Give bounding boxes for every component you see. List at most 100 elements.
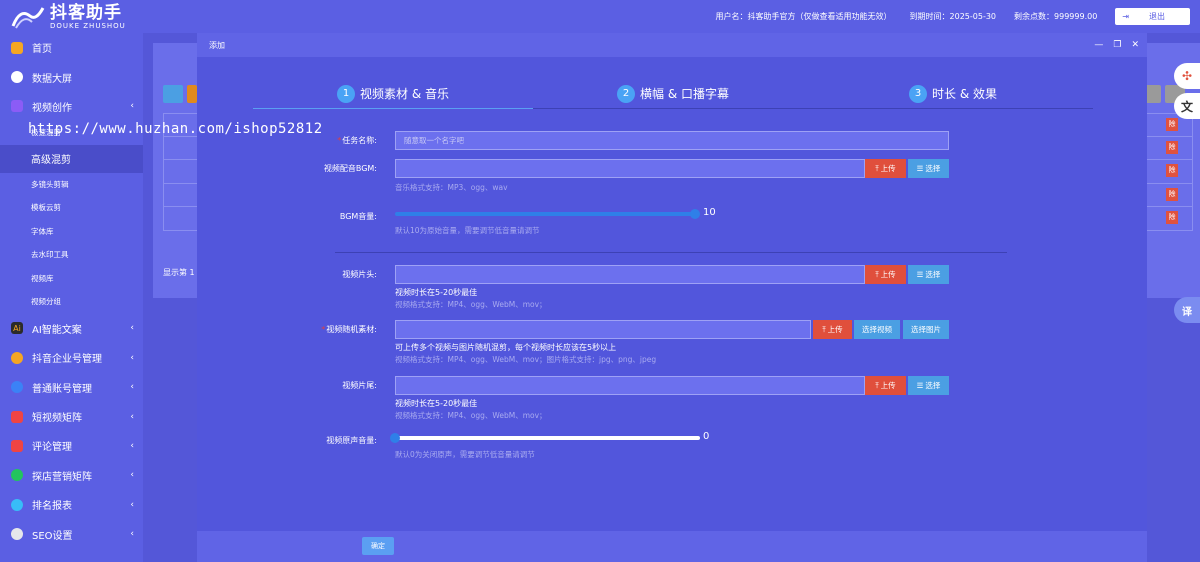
original-volume-thumb[interactable] <box>390 433 400 443</box>
logo-subtext: DOUKE ZHUSHOU <box>50 21 126 30</box>
modal-header: 添加 — ❐ ✕ <box>197 33 1147 57</box>
float-translate-icon[interactable]: 文 <box>1174 93 1200 119</box>
original-volume-hint: 默认0为关闭原声，需要调节低音量请调节 <box>395 450 535 459</box>
list-icon: ☰ <box>916 381 924 390</box>
random-format-hint: 视频格式支持：MP4、ogg、WebM、mov；图片格式支持：jpg、png、j… <box>395 355 657 364</box>
maximize-icon[interactable]: ❐ <box>1113 40 1121 50</box>
delete-button[interactable]: 除 <box>1166 187 1178 201</box>
task-name-input[interactable]: 随意取一个名字吧 <box>395 131 949 150</box>
store-icon <box>11 469 23 482</box>
random-material-input[interactable] <box>395 320 811 339</box>
outro-duration-tip: 视频时长在5-20秒最佳 <box>395 399 478 408</box>
chevron-left-icon: ‹ <box>130 440 134 451</box>
close-icon[interactable]: ✕ <box>1131 40 1139 50</box>
logout-button[interactable]: ⇥ 退出 <box>1115 8 1190 25</box>
matrix-icon <box>11 410 23 423</box>
top-header: 抖客助手 DOUKE ZHUSHOU 用户名：抖客助手官方（仅做查看适用功能无效… <box>0 0 1200 33</box>
logo-mark-icon <box>10 4 46 30</box>
bgm-volume-thumb[interactable] <box>690 209 700 219</box>
watermark-text: https://www.huzhan.com/ishop52812 <box>28 121 323 137</box>
intro-duration-tip: 视频时长在5-20秒最佳 <box>395 288 478 297</box>
sidebar-item-dashboard[interactable]: 数据大屏 <box>0 62 143 91</box>
expire-date: 到期时间：2025-05-30 <box>909 12 997 21</box>
logout-icon: ⇥ <box>1122 12 1129 21</box>
sidebar-subitem-template[interactable]: 模板云剪 <box>0 196 143 220</box>
delete-button[interactable]: 除 <box>1166 164 1178 177</box>
upload-icon: ⤒ <box>875 163 879 173</box>
bgm-volume-label: BGM音量: <box>339 212 377 221</box>
sidebar-item-accounts[interactable]: 普通账号管理 ‹ <box>0 372 143 401</box>
rank-icon <box>11 498 23 511</box>
step-tab-1[interactable]: 1 视频素材 & 音乐 <box>253 79 533 109</box>
intro-input[interactable] <box>395 265 865 284</box>
username-label: 用户名：抖客助手官方（仅做查看适用功能无效） <box>715 12 892 21</box>
select-image-button[interactable]: 选择图片 <box>903 320 949 339</box>
upload-icon: ⤒ <box>822 324 826 334</box>
intro-label: 视频片头: <box>342 270 377 279</box>
sidebar-subitem-multi-cam[interactable]: 多镜头剪辑 <box>0 173 143 197</box>
chevron-left-icon: ‹ <box>130 529 134 540</box>
delete-button[interactable]: 除 <box>1166 211 1178 224</box>
step-tab-2[interactable]: 2 横幅 & 口播字幕 <box>533 79 813 109</box>
chevron-left-icon: ‹ <box>130 499 134 510</box>
intro-format-hint: 视频格式支持：MP4、ogg、WebM、mov； <box>395 300 547 309</box>
toolbar-button[interactable] <box>187 85 197 103</box>
bgm-label: 视频配音BGM: <box>323 164 377 173</box>
sidebar: 首页 数据大屏 视频创作 ‹ 极速混剪 高级混剪 多镜头剪辑 模板云剪 字体库 去… <box>0 33 143 562</box>
account-icon <box>11 381 23 394</box>
outro-select-button[interactable]: ☰ 选择 <box>908 376 949 395</box>
intro-upload-button[interactable]: ⤒ 上传 <box>865 265 906 284</box>
logo-text: 抖客助手 <box>50 2 122 23</box>
confirm-button[interactable]: 确定 <box>362 537 394 555</box>
sidebar-item-rank[interactable]: 排名报表 ‹ <box>0 490 143 519</box>
sidebar-item-comments[interactable]: 评论管理 ‹ <box>0 431 143 460</box>
delete-button[interactable]: 除 <box>1166 140 1178 154</box>
chevron-left-icon: ‹ <box>130 382 134 393</box>
bgm-volume-hint: 默认10为原始音量，需要调节低音量请调节 <box>395 226 540 235</box>
sidebar-subitem-advanced-mix[interactable]: 高级混剪 <box>0 144 143 173</box>
sidebar-subitem-fonts[interactable]: 字体库 <box>0 220 143 244</box>
intro-select-button[interactable]: ☰ 选择 <box>908 265 949 284</box>
sidebar-subitem-video-library[interactable]: 视频库 <box>0 267 143 291</box>
outro-label: 视频片尾: <box>342 381 377 390</box>
float-app-icon[interactable]: ✣ <box>1174 63 1200 89</box>
refresh-button[interactable] <box>163 85 183 103</box>
sidebar-subitem-dewatermark[interactable]: 去水印工具 <box>0 243 143 267</box>
float-translate-button[interactable]: 译 <box>1174 297 1200 323</box>
logo[interactable]: 抖客助手 DOUKE ZHUSHOU <box>0 4 145 30</box>
sidebar-item-enterprise[interactable]: 抖音企业号管理 ‹ <box>0 343 143 372</box>
sidebar-item-ai-copy[interactable]: Ai AI智能文案 ‹ <box>0 314 143 343</box>
outro-format-hint: 视频格式支持：MP4、ogg、WebM、mov； <box>395 411 547 420</box>
enterprise-icon <box>11 351 23 364</box>
add-modal: 添加 — ❐ ✕ 1 视频素材 & 音乐 2 横幅 & 口播字幕 3 时长 & 效果 … <box>197 33 1147 562</box>
bgm-input[interactable] <box>395 159 865 178</box>
pagination-info: 显示第 1 <box>163 268 195 277</box>
outro-input[interactable] <box>395 376 865 395</box>
step-tabs: 1 视频素材 & 音乐 2 横幅 & 口播字幕 3 时长 & 效果 <box>253 79 1093 109</box>
sidebar-subitem-video-group[interactable]: 视频分组 <box>0 290 143 314</box>
sidebar-item-home[interactable]: 首页 <box>0 33 143 62</box>
bgm-volume-slider[interactable] <box>395 212 695 216</box>
video-icon <box>11 100 23 113</box>
modal-title: 添加 <box>209 40 225 50</box>
outro-upload-button[interactable]: ⤒ 上传 <box>865 376 906 395</box>
select-video-button[interactable]: 选择视频 <box>854 320 900 339</box>
sidebar-item-matrix[interactable]: 短视频矩阵 ‹ <box>0 402 143 431</box>
bgm-upload-button[interactable]: ⤒ 上传 <box>865 159 906 178</box>
section-divider <box>335 252 1007 253</box>
minimize-icon[interactable]: — <box>1094 40 1103 50</box>
upload-icon: ⤒ <box>875 380 879 390</box>
list-icon: ☰ <box>916 164 924 173</box>
delete-button[interactable]: 除 <box>1166 118 1178 131</box>
sidebar-item-seo[interactable]: SEO设置 ‹ <box>0 519 143 548</box>
original-volume-slider[interactable] <box>395 436 700 440</box>
task-name-label: *任务名称: <box>337 136 377 145</box>
sidebar-item-video-creation[interactable]: 视频创作 ‹ <box>0 92 143 121</box>
pie-chart-icon <box>11 71 23 84</box>
bgm-select-button[interactable]: ☰ 选择 <box>908 159 949 178</box>
random-upload-button[interactable]: ⤒ 上传 <box>813 320 852 339</box>
chevron-left-icon: ‹ <box>130 411 134 422</box>
original-volume-value: 0 <box>703 431 710 442</box>
step-tab-3[interactable]: 3 时长 & 效果 <box>813 79 1093 109</box>
sidebar-item-store[interactable]: 探店营销矩阵 ‹ <box>0 461 143 490</box>
